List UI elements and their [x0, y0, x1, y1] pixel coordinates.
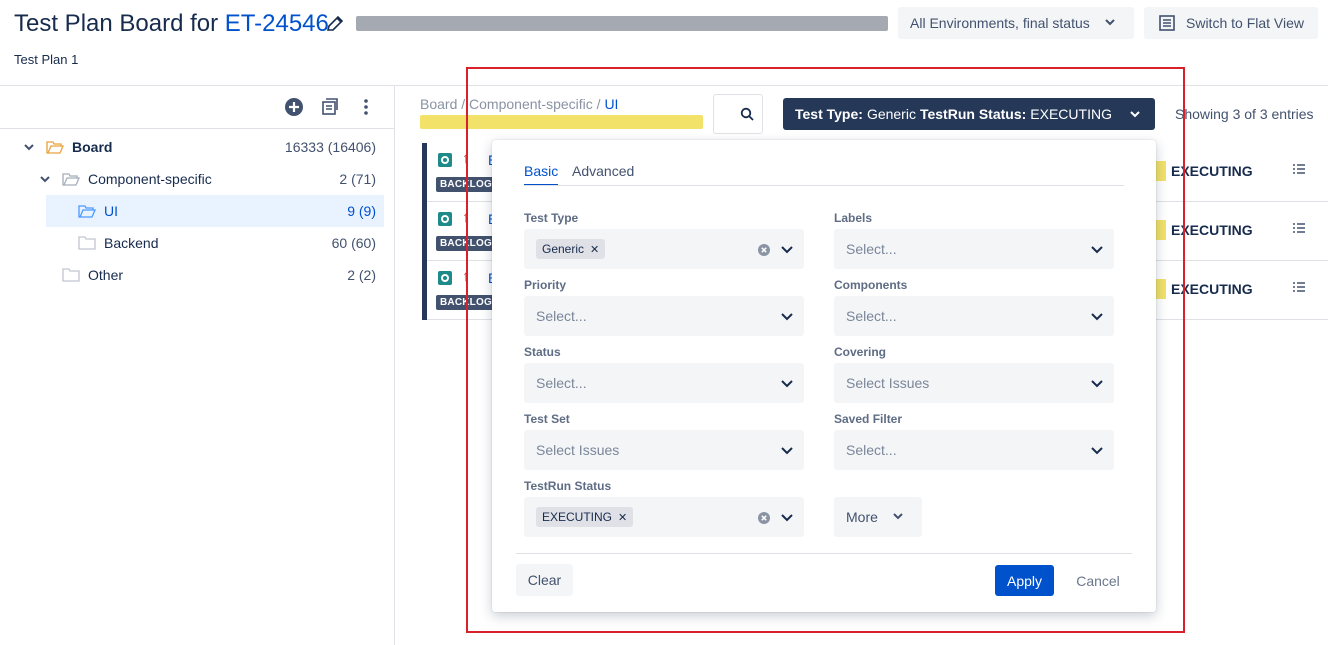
tree-item-count: 60 (60)	[331, 235, 376, 251]
tree-item-label: UI	[104, 203, 118, 219]
add-tests-icon[interactable]	[319, 96, 341, 118]
page-title: Test Plan Board for ET-24546	[14, 10, 329, 38]
tree-item-count: 2 (2)	[347, 267, 376, 283]
tree-item-component-specific[interactable]: Component-specific 2 (71)	[30, 163, 376, 195]
folder-open-icon	[78, 205, 96, 218]
chevron-down-icon[interactable]	[22, 140, 36, 154]
folder-open-icon	[46, 141, 64, 154]
annotation-highlight-box	[466, 67, 1185, 633]
test-type-icon	[438, 153, 452, 167]
issue-key-link[interactable]: ET-24546	[225, 10, 329, 37]
page-title-prefix: Test Plan Board for	[14, 10, 225, 37]
tree-item-backend[interactable]: Backend 60 (60)	[78, 227, 376, 259]
details-list-icon[interactable]	[1292, 222, 1306, 239]
tree-item-label: Component-specific	[88, 171, 212, 187]
tree-item-count: 2 (71)	[339, 171, 376, 187]
test-plan-subtitle: Test Plan 1	[14, 52, 79, 67]
entries-count: Showing 3 of 3 entries	[1175, 106, 1314, 122]
tree-item-count: 9 (9)	[347, 203, 376, 219]
chevron-down-icon	[1104, 15, 1116, 31]
tree-item-board[interactable]: Board 16333 (16406)	[14, 131, 376, 163]
folder-open-icon	[62, 173, 80, 186]
tree-item-ui[interactable]: UI 9 (9)	[46, 195, 384, 227]
switch-flat-view-button[interactable]: Switch to Flat View	[1144, 7, 1318, 39]
test-type-icon	[438, 212, 452, 226]
breadcrumb-board[interactable]: Board /	[420, 96, 469, 112]
tree-item-label: Other	[88, 267, 124, 283]
environment-filter-button[interactable]: All Environments, final status	[898, 7, 1134, 39]
details-list-icon[interactable]	[1292, 163, 1306, 180]
test-type-icon	[438, 271, 452, 285]
more-options-icon[interactable]	[355, 96, 377, 118]
add-folder-icon[interactable]	[283, 96, 305, 118]
switch-flat-view-label: Switch to Flat View	[1186, 15, 1305, 31]
tree-toolbar-divider	[0, 128, 394, 129]
row-indicator	[422, 143, 427, 202]
list-view-icon	[1159, 15, 1175, 31]
row-indicator	[422, 261, 427, 320]
details-list-icon[interactable]	[1292, 281, 1306, 298]
chevron-down-icon[interactable]	[38, 172, 52, 186]
row-indicator	[422, 202, 427, 261]
tree-item-count: 16333 (16406)	[284, 139, 376, 155]
tree-item-label: Backend	[104, 235, 159, 251]
tree-item-label: Board	[72, 139, 113, 155]
folder-icon	[62, 268, 80, 282]
tree-item-other[interactable]: Other 2 (2)	[62, 259, 376, 291]
redacted-summary	[356, 16, 888, 31]
pencil-icon[interactable]	[325, 14, 345, 34]
environment-filter-label: All Environments, final status	[910, 15, 1090, 31]
folder-icon	[78, 236, 96, 250]
